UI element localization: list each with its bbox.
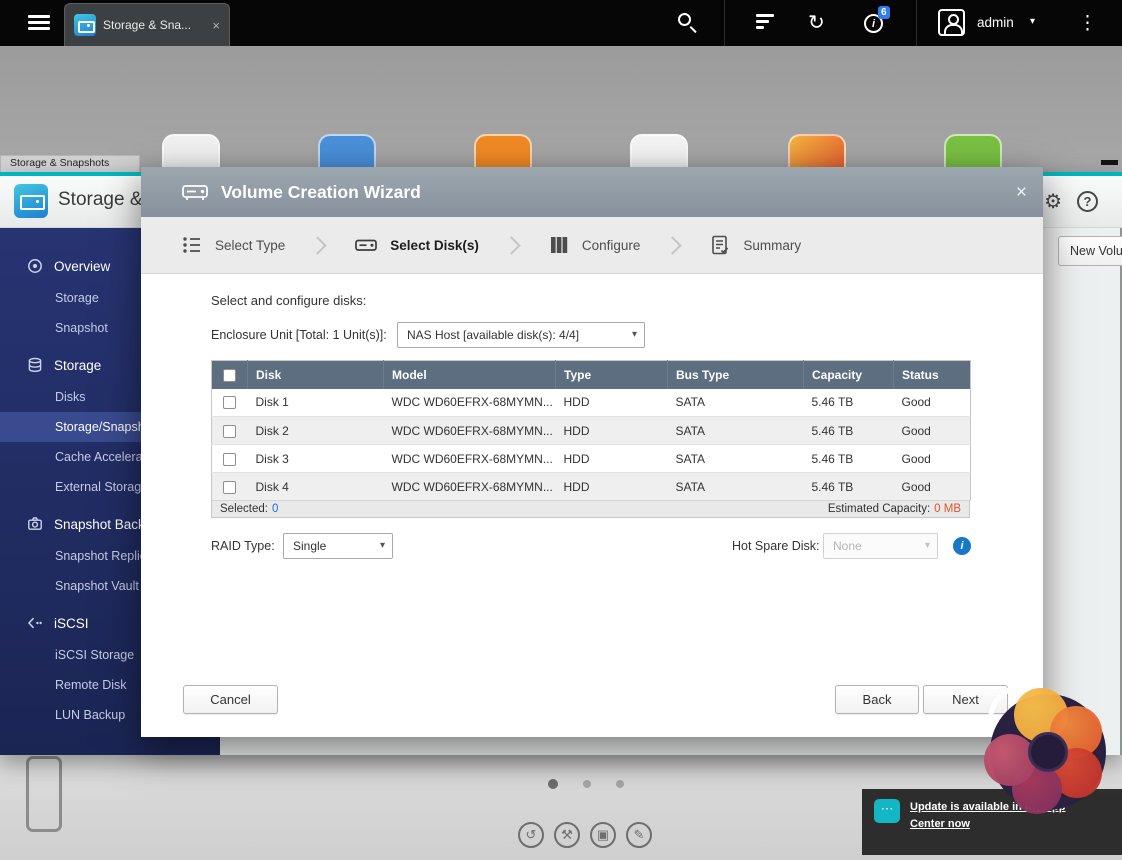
monitor-icon[interactable]: ▣ <box>590 822 616 848</box>
column-header-bus-type: Bus Type <box>668 361 804 389</box>
chevron-down-icon: ▾ <box>632 323 637 347</box>
chevron-down-icon[interactable]: ▾ <box>1030 16 1035 27</box>
chat-bubble-icon: ⋯ <box>874 799 900 823</box>
table-header-row: Disk Model Type Bus Type Capacity Status <box>212 361 971 389</box>
disk-3-checkbox[interactable] <box>223 453 236 466</box>
back-button[interactable]: Back <box>835 685 919 714</box>
new-volume-button[interactable]: New Volume <box>1058 236 1122 266</box>
enclosure-unit-label: Enclosure Unit [Total: 1 Unit(s)]: <box>211 328 387 342</box>
raid-type-select[interactable]: Single ▾ <box>283 533 393 559</box>
notes-icon[interactable]: ✎ <box>626 822 652 848</box>
chevron-down-icon: ▾ <box>925 534 930 558</box>
app-tab-label: Storage & Sna... <box>103 18 191 32</box>
wizard-steps: Select Type Select Disk(s) Configure Sum… <box>141 217 1043 274</box>
dialog-header: Volume Creation Wizard × <box>141 167 1043 217</box>
disk-row-2[interactable]: Disk 2 WDC WD60EFRX-68MYMN... HDD SATA 5… <box>212 417 971 445</box>
snapshot-backup-icon <box>27 516 43 532</box>
disk-4-checkbox[interactable] <box>223 481 236 494</box>
disk-table: Disk Model Type Bus Type Capacity Status… <box>211 360 971 501</box>
tools-icon[interactable]: ⚒ <box>554 822 580 848</box>
storage-app-icon <box>74 14 96 36</box>
wallpaper-shape <box>26 756 62 832</box>
list-icon <box>181 234 203 256</box>
chevron-right-icon <box>309 236 327 254</box>
close-icon[interactable]: × <box>1016 183 1027 202</box>
hot-spare-select: None ▾ <box>823 533 938 559</box>
volume-creation-wizard-dialog: Volume Creation Wizard × Select Type Sel… <box>141 167 1043 737</box>
storage-icon <box>27 357 43 373</box>
notification-badge: 6 <box>878 6 890 19</box>
top-bar: Storage & Sna... × ↻ i 6 admin ▾ ⋮ <box>0 0 1122 46</box>
step-select-disks[interactable]: Select Disk(s) <box>354 234 479 256</box>
overview-icon <box>27 258 43 274</box>
tab-close-icon[interactable]: × <box>212 19 220 32</box>
table-footer: Selected:0 Estimated Capacity:0 MB <box>211 500 970 518</box>
column-header-model: Model <box>384 361 556 389</box>
hot-spare-label: Hot Spare Disk: <box>732 539 820 553</box>
selected-count: Selected:0 <box>220 503 278 515</box>
info-icon[interactable]: i <box>953 537 971 555</box>
topbar-divider <box>724 0 725 46</box>
sync-icon[interactable]: ↻ <box>808 10 825 35</box>
settings-gear-icon[interactable]: ⚙ <box>1044 189 1062 214</box>
dialog-title: Volume Creation Wizard <box>221 182 421 203</box>
step-summary[interactable]: Summary <box>709 234 801 256</box>
sidebar-section-label: iSCSI <box>54 616 89 631</box>
disk-2-checkbox[interactable] <box>223 425 236 438</box>
disk-row-4[interactable]: Disk 4 WDC WD60EFRX-68MYMN... HDD SATA 5… <box>212 473 971 501</box>
desktop-page-dots <box>548 779 624 789</box>
disk-row-3[interactable]: Disk 3 WDC WD60EFRX-68MYMN... HDD SATA 5… <box>212 445 971 473</box>
page-dot-2[interactable] <box>583 780 591 788</box>
document-icon <box>709 234 731 256</box>
sidebar-section-label: Storage <box>54 358 101 373</box>
window-taskbar-tab[interactable]: Storage & Snapshots <box>0 155 140 172</box>
chevron-right-icon <box>502 236 520 254</box>
storage-app-icon <box>14 184 48 218</box>
background-tasks-icon[interactable] <box>756 14 774 32</box>
column-header-type: Type <box>556 361 668 389</box>
more-options-icon[interactable]: ⋮ <box>1078 12 1097 35</box>
step-configure[interactable]: Configure <box>548 234 641 256</box>
window-minimize-icon[interactable] <box>1101 160 1118 165</box>
page-dot-3[interactable] <box>616 780 624 788</box>
select-all-checkbox[interactable] <box>223 369 236 382</box>
column-header-status: Status <box>894 361 971 389</box>
open-app-tab[interactable]: Storage & Sna... × <box>64 3 230 46</box>
enclosure-unit-select[interactable]: NAS Host [available disk(s): 4/4] ▾ <box>397 322 645 348</box>
recent-apps-icon[interactable]: ↺ <box>518 822 544 848</box>
main-menu-icon[interactable] <box>28 15 50 18</box>
columns-icon <box>548 234 570 256</box>
disk-icon <box>354 234 378 256</box>
desktop-dock: ↺ ⚒ ▣ ✎ <box>518 822 652 848</box>
chevron-right-icon <box>664 236 682 254</box>
disk-row-1[interactable]: Disk 1 WDC WD60EFRX-68MYMN... HDD SATA 5… <box>212 389 971 417</box>
sidebar-section-label: Overview <box>54 259 110 274</box>
help-icon[interactable]: ? <box>1077 191 1098 212</box>
column-header-capacity: Capacity <box>804 361 894 389</box>
user-menu[interactable]: admin <box>977 15 1014 30</box>
step-select-type[interactable]: Select Type <box>181 234 285 256</box>
section-label: Select and configure disks: <box>211 293 366 308</box>
page-dot-1[interactable] <box>548 779 558 789</box>
cancel-button[interactable]: Cancel <box>183 685 278 714</box>
chevron-down-icon: ▾ <box>380 534 385 558</box>
disk-1-checkbox[interactable] <box>223 396 236 409</box>
desktop: Storage & Sna... × ↻ i 6 admin ▾ ⋮ Stora… <box>0 0 1122 860</box>
column-header-disk: Disk <box>248 361 384 389</box>
estimated-capacity: Estimated Capacity:0 MB <box>828 503 961 515</box>
topbar-divider <box>916 0 917 46</box>
user-avatar-icon[interactable] <box>938 9 965 36</box>
volume-drive-icon <box>181 180 209 204</box>
qnap-flower-logo <box>982 686 1114 818</box>
search-icon[interactable] <box>678 13 691 26</box>
iscsi-icon <box>27 615 43 631</box>
raid-type-label: RAID Type: <box>211 539 275 553</box>
